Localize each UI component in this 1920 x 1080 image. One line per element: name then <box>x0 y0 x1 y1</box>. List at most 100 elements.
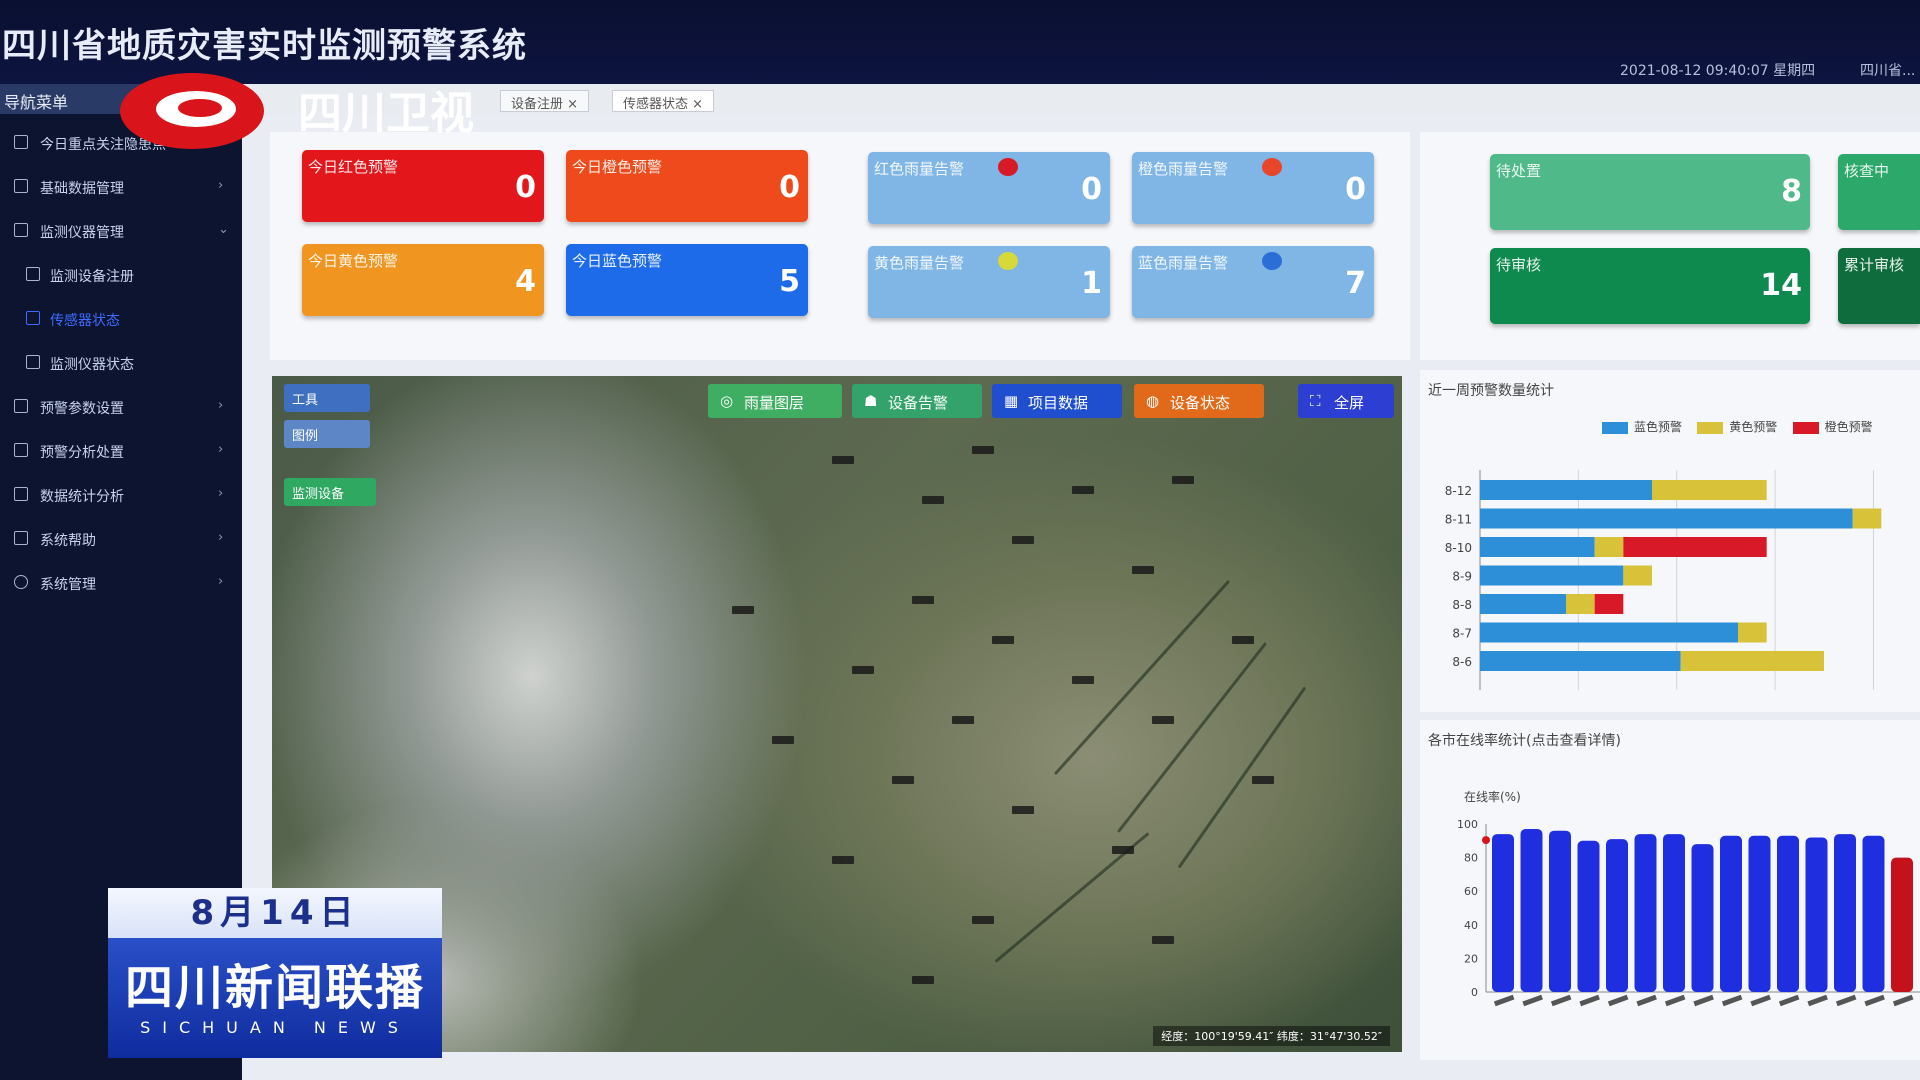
chip-label: 设备告警 <box>888 394 949 412</box>
map-city-label <box>922 496 944 504</box>
sidebar-item-base-data[interactable]: 基础数据管理 › <box>0 166 242 210</box>
map-terrain <box>1177 686 1307 869</box>
bar-blue[interactable] <box>1480 565 1624 586</box>
tools-button[interactable]: 工具 <box>284 384 370 412</box>
bar-blue[interactable] <box>1480 622 1738 643</box>
online-rate-bar[interactable] <box>1606 839 1628 992</box>
sidebar-item-help[interactable]: 系统帮助 › <box>0 518 242 562</box>
chip-label: 设备状态 <box>1170 394 1231 412</box>
sidebar-item-label: 系统管理 <box>40 577 96 593</box>
bar-blue[interactable] <box>1480 508 1853 529</box>
sidebar-header-label: 导航菜单 <box>4 93 69 112</box>
bar-yellow[interactable] <box>1852 508 1882 529</box>
fullscreen-button[interactable]: ⛶ 全屏 <box>1298 384 1394 418</box>
tab-sensor-status[interactable]: 传感器状态 × <box>612 90 715 112</box>
bar-orange[interactable] <box>1594 594 1624 614</box>
online-rate-bar[interactable] <box>1577 840 1600 992</box>
raindrop-orange-icon <box>1262 158 1282 176</box>
device-alarm-button[interactable]: ☗ 设备告警 <box>852 384 982 418</box>
map-city-label <box>992 636 1014 644</box>
bar-yellow[interactable] <box>1566 594 1595 614</box>
legend-item-orange[interactable]: 橙色预警 <box>1792 420 1873 434</box>
bar-blue[interactable] <box>1480 651 1681 671</box>
online-rate-bar[interactable] <box>1891 857 1913 992</box>
bar-blue[interactable] <box>1480 537 1595 557</box>
online-rate-bar[interactable] <box>1805 837 1828 992</box>
online-rate-bar[interactable] <box>1691 844 1714 992</box>
online-rate-bar[interactable] <box>1777 835 1799 992</box>
x-tick-label <box>1607 994 1629 1007</box>
x-tick-label <box>1807 994 1828 1007</box>
card-blue-warning[interactable]: 今日蓝色预警 5 <box>566 244 808 316</box>
bar-yellow[interactable] <box>1680 651 1824 671</box>
weekly-warning-chart: 8-12 8-11 8-10 8-9 8-8 8-7 8-6 <box>1445 470 1882 690</box>
map-city-label <box>832 856 854 864</box>
card-yellow-rain-alert[interactable]: 黄色雨量告警 1 <box>868 246 1110 318</box>
user-name[interactable]: 四川省... <box>1860 60 1915 80</box>
bar-orange[interactable] <box>1623 537 1767 557</box>
fullscreen-icon: ⛶ <box>1310 392 1321 410</box>
program-title: 四川新闻联播 <box>124 960 425 1016</box>
online-rate-bar[interactable] <box>1862 835 1885 992</box>
sidebar-item-warning-params[interactable]: 预警参数设置 › <box>0 386 242 430</box>
map-city-label <box>1152 936 1174 944</box>
card-label: 待审核 <box>1496 256 1542 274</box>
sidebar-item-label: 监测仪器状态 <box>50 357 134 373</box>
monitor-device-button[interactable]: 监测设备 <box>284 478 376 506</box>
sidebar-item-label: 预警参数设置 <box>40 401 124 417</box>
card-yellow-warning[interactable]: 今日黄色预警 4 <box>302 244 544 316</box>
card-orange-warning[interactable]: 今日橙色预警 0 <box>566 150 808 222</box>
sidebar-item-statistics[interactable]: 数据统计分析 › <box>0 474 242 518</box>
card-total-review[interactable]: 累计审核 <box>1838 248 1920 324</box>
bar-blue[interactable] <box>1480 480 1652 500</box>
online-rate-bar[interactable] <box>1834 834 1856 992</box>
sidebar-item-device-register[interactable]: 监测设备注册 <box>0 254 242 298</box>
card-red-warning[interactable]: 今日红色预警 0 <box>302 150 544 222</box>
online-rate-bar[interactable] <box>1720 835 1742 992</box>
map-city-label <box>1232 636 1254 644</box>
sidebar-item-system[interactable]: 系统管理 › <box>0 562 242 606</box>
bar-yellow[interactable] <box>1652 480 1767 500</box>
raindrop-red-icon <box>998 158 1018 176</box>
sidebar-item-sensor-status[interactable]: 传感器状态 <box>0 298 242 342</box>
sidebar-item-instruments[interactable]: 监测仪器管理 ⌄ <box>0 210 242 254</box>
legend-item-blue[interactable]: 蓝色预警 <box>1602 420 1682 434</box>
chip-label: 工具 <box>292 393 319 408</box>
online-rate-bar[interactable] <box>1549 830 1571 992</box>
card-reviewing[interactable]: 核查中 <box>1838 154 1920 230</box>
online-rate-bar[interactable] <box>1634 834 1657 992</box>
chevron-right-icon: › <box>218 486 224 501</box>
sidebar-item-warning-analysis[interactable]: 预警分析处置 › <box>0 430 242 474</box>
online-rate-chart[interactable]: 0 20 40 60 80 100 <box>1428 800 1920 1050</box>
card-orange-rain-alert[interactable]: 橙色雨量告警 0 <box>1132 152 1374 224</box>
bar-yellow[interactable] <box>1738 622 1767 643</box>
card-blue-rain-alert[interactable]: 蓝色雨量告警 7 <box>1132 246 1374 318</box>
sidebar-item-instrument-status[interactable]: 监测仪器状态 <box>0 342 242 386</box>
help-icon <box>14 531 28 545</box>
bar-yellow[interactable] <box>1623 565 1652 586</box>
project-data-button[interactable]: ▦ 项目数据 <box>992 384 1122 418</box>
card-label: 今日蓝色预警 <box>572 252 663 270</box>
tab-device-register[interactable]: 设备注册 × <box>500 90 590 112</box>
card-pending-review[interactable]: 待审核 14 <box>1490 248 1810 324</box>
online-rate-bar[interactable] <box>1492 834 1514 992</box>
online-rate-bar[interactable] <box>1663 834 1685 992</box>
card-label: 今日橙色预警 <box>572 158 663 176</box>
chevron-right-icon: › <box>218 398 224 413</box>
x-tick-label <box>1864 994 1885 1007</box>
x-tick-label <box>1778 994 1800 1007</box>
chip-label: 项目数据 <box>1028 394 1089 412</box>
legend-item-yellow[interactable]: 黄色预警 <box>1697 420 1777 434</box>
legend-button[interactable]: 图例 <box>284 420 370 448</box>
instrument-icon <box>14 223 28 237</box>
online-rate-bar[interactable] <box>1748 835 1771 992</box>
device-status-button[interactable]: ◍ 设备状态 <box>1134 384 1264 418</box>
card-pending-disposal[interactable]: 待处置 8 <box>1490 154 1810 230</box>
chevron-right-icon: › <box>218 442 224 457</box>
bar-yellow[interactable] <box>1594 537 1624 557</box>
card-red-rain-alert[interactable]: 红色雨量告警 0 <box>868 152 1110 224</box>
online-rate-bar[interactable] <box>1520 829 1543 992</box>
rain-layer-button[interactable]: ◎ 雨量图层 <box>708 384 842 418</box>
bar-blue[interactable] <box>1480 594 1566 614</box>
map-city-label <box>1112 846 1134 854</box>
